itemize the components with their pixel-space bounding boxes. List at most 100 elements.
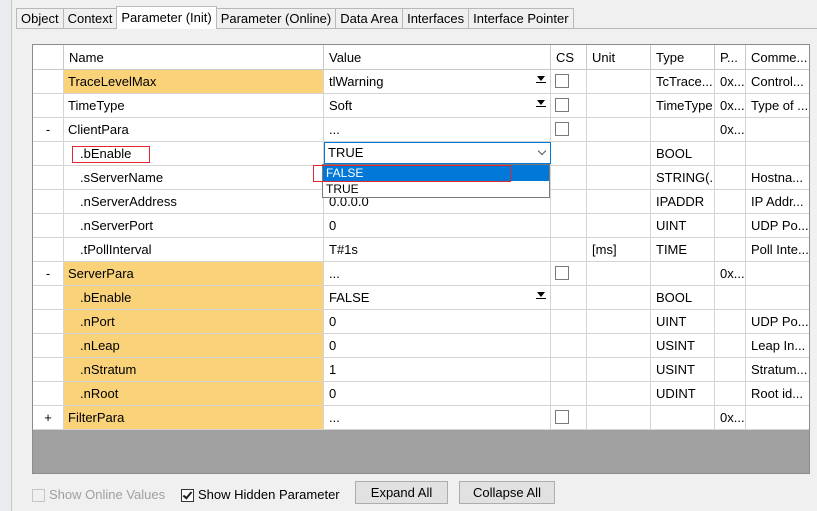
unit-cell bbox=[587, 262, 651, 286]
table-row[interactable]: TimeType Soft TimeType 0x... Type of ... bbox=[33, 94, 809, 118]
value-cell[interactable]: 0 bbox=[324, 334, 551, 358]
name-cell: .nServerPort bbox=[64, 214, 324, 238]
header-type[interactable]: Type bbox=[651, 45, 715, 70]
value-cell[interactable]: ... bbox=[324, 406, 551, 430]
expand-all-button[interactable]: Expand All bbox=[355, 481, 448, 504]
type-cell: UINT bbox=[651, 214, 715, 238]
type-cell: BOOL bbox=[651, 286, 715, 310]
cs-checkbox[interactable] bbox=[555, 74, 569, 88]
unit-cell bbox=[587, 334, 651, 358]
p-cell: 0x... bbox=[715, 262, 746, 286]
checkbox-box-checked[interactable] bbox=[181, 488, 194, 502]
tab-parameter-init[interactable]: Parameter (Init) bbox=[116, 6, 217, 29]
type-cell bbox=[651, 262, 715, 286]
collapse-all-button[interactable]: Collapse All bbox=[459, 481, 555, 504]
name-cell: .sServerName bbox=[64, 166, 324, 190]
unit-cell bbox=[587, 358, 651, 382]
table-row[interactable]: + FilterPara... 0x... bbox=[33, 406, 809, 430]
cs-checkbox[interactable] bbox=[555, 410, 569, 424]
header-p[interactable]: P... bbox=[715, 45, 746, 70]
expander-cell bbox=[33, 190, 64, 214]
header-name[interactable]: Name bbox=[64, 45, 324, 70]
type-cell: STRING(... bbox=[651, 166, 715, 190]
dropdown-option-true[interactable]: TRUE bbox=[323, 181, 549, 197]
cs-checkbox[interactable] bbox=[555, 122, 569, 136]
value-cell[interactable]: 0 bbox=[324, 382, 551, 406]
unit-cell bbox=[587, 214, 651, 238]
name-cell: .nPort bbox=[64, 310, 324, 334]
table-row[interactable]: .nRoot 0 UDINT Root id... bbox=[33, 382, 809, 406]
expander-cell bbox=[33, 334, 64, 358]
chevron-down-icon[interactable] bbox=[533, 144, 549, 162]
value-cell[interactable]: TRUE bbox=[324, 142, 551, 166]
value-cell[interactable]: ... bbox=[324, 118, 551, 142]
p-cell bbox=[715, 166, 746, 190]
table-row[interactable]: .nPort 0 UINT UDP Po... bbox=[33, 310, 809, 334]
name-cell: .nServerAddress bbox=[64, 190, 324, 214]
cs-checkbox[interactable] bbox=[555, 98, 569, 112]
name-cell: FilterPara bbox=[64, 406, 324, 430]
comment-cell bbox=[746, 406, 809, 430]
cs-cell bbox=[551, 406, 587, 430]
table-row[interactable]: .nLeap 0 USINT Leap In... bbox=[33, 334, 809, 358]
type-cell: UINT bbox=[651, 310, 715, 334]
table-row[interactable]: .bEnable FALSE BOOL bbox=[33, 286, 809, 310]
dropdown-arrow-icon[interactable] bbox=[535, 290, 547, 302]
value-cell[interactable]: 0 bbox=[324, 310, 551, 334]
dropdown-arrow-icon[interactable] bbox=[535, 98, 547, 110]
tab-parameter-online[interactable]: Parameter (Online) bbox=[215, 8, 337, 29]
collapse-icon[interactable]: - bbox=[33, 262, 64, 286]
value-cell[interactable]: 1 bbox=[324, 358, 551, 382]
header-cs[interactable]: CS bbox=[551, 45, 587, 70]
cs-cell bbox=[551, 214, 587, 238]
table-row[interactable]: - ServerPara... 0x... bbox=[33, 262, 809, 286]
value-cell[interactable]: Soft bbox=[324, 94, 551, 118]
collapse-icon[interactable]: - bbox=[33, 118, 64, 142]
checkbox-box[interactable] bbox=[32, 488, 45, 502]
table-row[interactable]: .nServerPort 0 UINT UDP Po... bbox=[33, 214, 809, 238]
left-panel-edge bbox=[0, 0, 12, 511]
table-row[interactable]: .nStratum 1 USINT Stratum... bbox=[33, 358, 809, 382]
unit-cell bbox=[587, 166, 651, 190]
show-online-values-checkbox[interactable]: Show Online Values bbox=[32, 487, 165, 503]
header-value[interactable]: Value bbox=[324, 45, 551, 70]
p-cell bbox=[715, 358, 746, 382]
type-cell: IPADDR bbox=[651, 190, 715, 214]
header-comment[interactable]: Comme... bbox=[746, 45, 809, 70]
value-text: T#1s bbox=[329, 242, 358, 257]
comment-cell bbox=[746, 142, 809, 166]
cs-cell bbox=[551, 94, 587, 118]
value-cell[interactable]: 0 bbox=[324, 214, 551, 238]
show-hidden-parameter-checkbox[interactable]: Show Hidden Parameter bbox=[181, 487, 340, 503]
value-text: 1 bbox=[329, 362, 337, 377]
cs-cell bbox=[551, 358, 587, 382]
benable-value-combo[interactable]: TRUE bbox=[324, 142, 551, 164]
comment-cell: Type of ... bbox=[746, 94, 809, 118]
tab-context[interactable]: Context bbox=[62, 8, 118, 29]
tab-data-area[interactable]: Data Area bbox=[335, 8, 404, 29]
comment-cell: Leap In... bbox=[746, 334, 809, 358]
value-cell[interactable]: tlWarning bbox=[324, 70, 551, 94]
value-cell[interactable]: FALSE bbox=[324, 286, 551, 310]
dropdown-arrow-icon[interactable] bbox=[535, 74, 547, 86]
value-cell[interactable]: T#1s bbox=[324, 238, 551, 262]
type-cell: BOOL bbox=[651, 142, 715, 166]
tab-interface-pointer[interactable]: Interface Pointer bbox=[468, 8, 574, 29]
tab-object[interactable]: Object bbox=[16, 8, 64, 29]
header-unit[interactable]: Unit bbox=[587, 45, 651, 70]
cs-checkbox[interactable] bbox=[555, 266, 569, 280]
type-cell bbox=[651, 118, 715, 142]
table-row[interactable]: TraceLevelMax tlWarning TcTrace... 0x... Con… bbox=[33, 70, 809, 94]
table-row[interactable]: - ClientPara... 0x... bbox=[33, 118, 809, 142]
comment-cell bbox=[746, 286, 809, 310]
tab-interfaces[interactable]: Interfaces bbox=[402, 8, 470, 29]
name-cell: .bEnable bbox=[64, 286, 324, 310]
p-cell: 0x... bbox=[715, 94, 746, 118]
table-row[interactable]: .tPollInterval T#1s [ms] TIME Poll Inte... bbox=[33, 238, 809, 262]
p-cell bbox=[715, 382, 746, 406]
value-cell[interactable]: ... bbox=[324, 262, 551, 286]
combo-value-text: TRUE bbox=[328, 145, 364, 160]
expander-cell bbox=[33, 358, 64, 382]
expand-icon[interactable]: + bbox=[33, 406, 64, 430]
type-cell: UDINT bbox=[651, 382, 715, 406]
